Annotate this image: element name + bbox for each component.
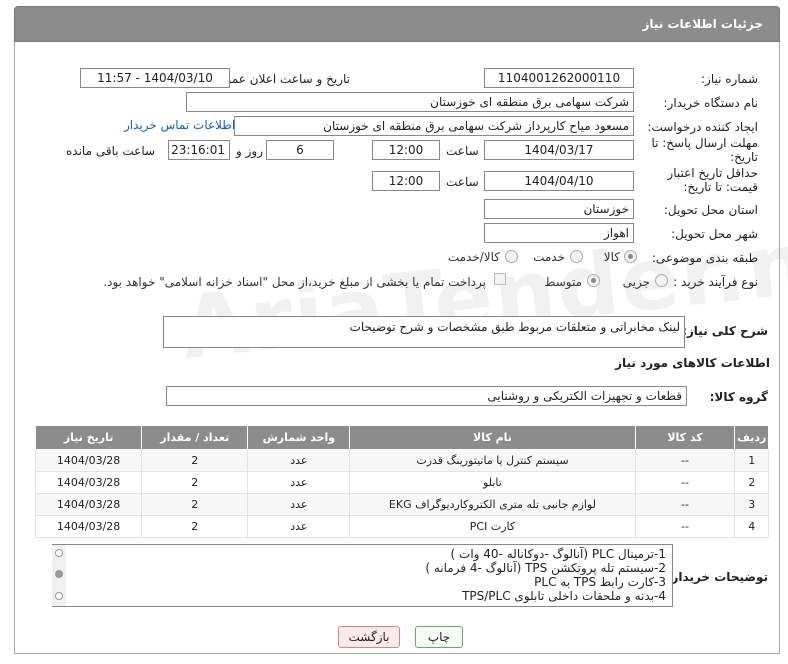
- scroll-down-icon[interactable]: [55, 592, 63, 600]
- city-field[interactable]: اهواز: [484, 223, 634, 243]
- cell-code: --: [634, 515, 736, 538]
- scroll-up-icon[interactable]: [55, 549, 63, 557]
- table-row[interactable]: 4 -- کارت PCI عدد 2 1404/03/28: [34, 515, 769, 538]
- days-label: روز و: [236, 144, 263, 158]
- province-label: استان محل تحویل:: [663, 203, 758, 217]
- description-field[interactable]: لینک مخابراتی و متعلقات مربوط طبق مشخصات…: [163, 316, 685, 348]
- cell-code: --: [634, 449, 736, 472]
- reply-time-label: ساعت: [446, 144, 479, 158]
- table-row[interactable]: 3 -- لوازم جانبی تله متری الکتروکاردیوگر…: [34, 493, 769, 516]
- province-field[interactable]: خوزستان: [484, 199, 634, 219]
- print-button[interactable]: چاپ: [415, 626, 463, 648]
- buyer-org-field[interactable]: شرکت سهامی برق منطقه ای خوزستان: [186, 92, 634, 112]
- goods-group-field[interactable]: قطعات و تجهیزات الکتریکی و روشنایی: [166, 386, 687, 406]
- cell-date: 1404/03/28: [34, 515, 143, 538]
- need-number-label: شماره نیاز:: [701, 72, 758, 86]
- process-label: نوع فرآیند خرید :: [673, 275, 758, 289]
- cell-qty: 2: [141, 449, 249, 472]
- goods-table: ردیف کد کالا نام کالا واحد شمارش تعداد /…: [34, 425, 769, 538]
- need-number-field[interactable]: 1104001262000110: [484, 68, 634, 88]
- city-label: شهر محل تحویل:: [671, 227, 758, 241]
- cell-name: تابلو: [349, 471, 636, 494]
- process-medium-radio[interactable]: [587, 274, 600, 287]
- buyer-notes-field[interactable]: 1-ترمینال PLC (آنالوگ -دوکاناله -40 وات …: [52, 544, 673, 607]
- cell-row: 4: [734, 515, 769, 538]
- validity-label: حداقل تاریخ اعتبار قیمت: تا تاریخ:: [667, 166, 758, 194]
- validity-time-label: ساعت: [446, 175, 479, 189]
- validity-time-field[interactable]: 12:00: [372, 171, 440, 191]
- scroll-thumb-icon[interactable]: [55, 570, 63, 578]
- reply-time-field[interactable]: 12:00: [372, 140, 440, 160]
- goods-info-title: اطلاعات کالاهای مورد نیاز: [615, 356, 770, 370]
- goods-group-label: گروه کالا:: [709, 390, 768, 404]
- category-service-radio[interactable]: [570, 250, 583, 263]
- cell-qty: 2: [141, 471, 249, 494]
- category-service-label: خدمت: [533, 250, 565, 264]
- col-date: تاریخ نیاز: [34, 425, 143, 450]
- category-label: طبقه بندی موضوعی:: [651, 251, 758, 265]
- cell-date: 1404/03/28: [34, 471, 143, 494]
- col-unit: واحد شمارش: [247, 425, 351, 450]
- days-field[interactable]: 6: [266, 140, 334, 160]
- table-row[interactable]: 2 -- تابلو عدد 2 1404/03/28: [34, 471, 769, 494]
- process-minor-label: جزیی: [622, 275, 650, 289]
- table-row[interactable]: 1 -- سیستم کنترل یا مانیتورینگ قدرت عدد …: [34, 449, 769, 472]
- cell-unit: عدد: [247, 515, 351, 538]
- process-minor-radio[interactable]: [655, 274, 668, 287]
- cell-name: سیستم کنترل یا مانیتورینگ قدرت: [349, 449, 636, 472]
- reply-date-field[interactable]: 1404/03/17: [484, 140, 634, 160]
- cell-qty: 2: [141, 493, 249, 516]
- remaining-label: ساعت باقی مانده: [66, 144, 156, 158]
- col-row: ردیف: [734, 425, 769, 450]
- creator-field[interactable]: مسعود میاح کارپرداز شرکت سهامی برق منطقه…: [234, 116, 634, 136]
- col-qty: تعداد / مقدار: [141, 425, 249, 450]
- cell-code: --: [634, 493, 736, 516]
- cell-row: 2: [734, 471, 769, 494]
- col-name: نام کالا: [349, 425, 636, 450]
- cell-date: 1404/03/28: [34, 449, 143, 472]
- cell-qty: 2: [141, 515, 249, 538]
- notes-line: 2-سیستم تله پروتکشن TPS (آنالوگ -4 فرمان…: [425, 561, 666, 575]
- remaining-time-field[interactable]: 23:16:01: [168, 140, 230, 160]
- notes-line: 1-ترمینال PLC (آنالوگ -دوکاناله -40 وات …: [450, 547, 666, 561]
- page-title: جزئیات اطلاعات نیاز: [642, 17, 763, 31]
- validity-date-field[interactable]: 1404/04/10: [484, 171, 634, 191]
- cell-row: 1: [734, 449, 769, 472]
- cell-row: 3: [734, 493, 769, 516]
- process-medium-label: متوسط: [544, 275, 582, 289]
- header-bar: جزئیات اطلاعات نیاز: [14, 6, 780, 42]
- creator-label: ایجاد کننده درخواست:: [647, 120, 758, 134]
- cell-unit: عدد: [247, 471, 351, 494]
- notes-scrollbar[interactable]: [52, 545, 66, 606]
- cell-name: کارت PCI: [349, 515, 636, 538]
- cell-date: 1404/03/28: [34, 493, 143, 516]
- category-both-radio[interactable]: [505, 250, 518, 263]
- announce-field[interactable]: 1404/03/10 - 11:57: [80, 68, 230, 88]
- back-button[interactable]: بازگشت: [338, 626, 400, 648]
- reply-deadline-label: مهلت ارسال پاسخ: تا تاریخ:: [651, 136, 758, 164]
- notes-line: 4-بدنه و ملحقات داخلی تابلوی TPS/PLC: [462, 589, 666, 603]
- buyer-org-label: نام دستگاه خریدار:: [663, 96, 759, 110]
- category-goods-label: کالا: [603, 250, 620, 264]
- cell-unit: عدد: [247, 449, 351, 472]
- notes-line: 3-کارت رابط TPS به PLC: [534, 575, 666, 589]
- category-both-label: کالا/خدمت: [447, 250, 500, 264]
- payment-note: پرداخت تمام یا بخشی از مبلغ خرید،از محل …: [103, 275, 486, 289]
- cell-name: لوازم جانبی تله متری الکتروکاردیوگراف EK…: [349, 493, 636, 516]
- description-label: شرح کلی نیاز:: [682, 324, 768, 338]
- buyer-contact-link[interactable]: اطلاعات تماس خریدار: [124, 118, 235, 132]
- treasury-checkbox[interactable]: [494, 273, 506, 285]
- category-goods-radio[interactable]: [624, 250, 637, 263]
- cell-unit: عدد: [247, 493, 351, 516]
- col-code: کد کالا: [634, 425, 736, 450]
- cell-code: --: [634, 471, 736, 494]
- buyer-notes-label: توضیحات خریدار:: [666, 570, 768, 584]
- table-header-row: ردیف کد کالا نام کالا واحد شمارش تعداد /…: [34, 425, 769, 450]
